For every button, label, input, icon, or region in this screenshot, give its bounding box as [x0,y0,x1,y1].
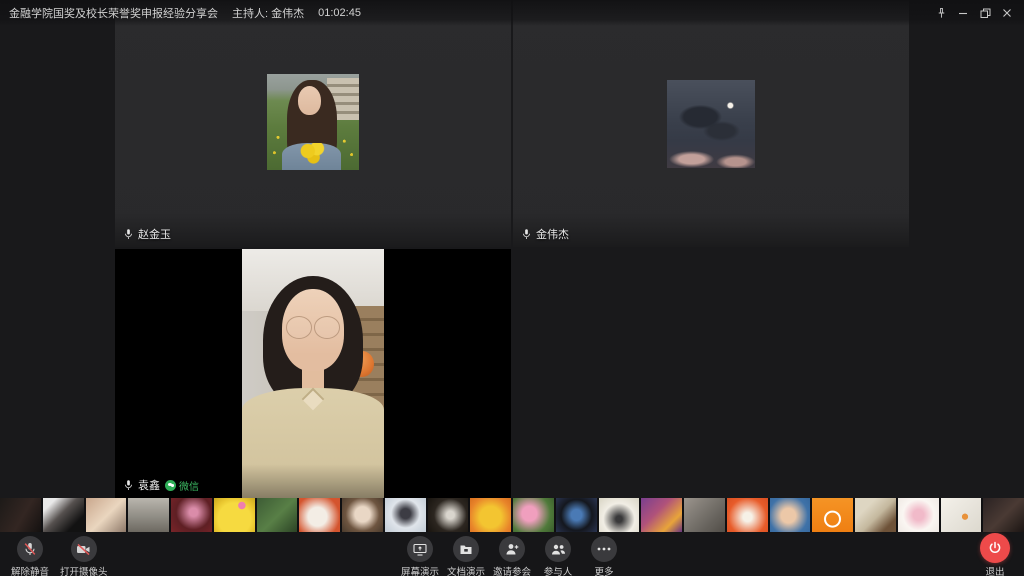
screen-share-label: 屏幕演示 [401,564,439,576]
pin-button[interactable] [930,3,952,23]
participant-name-tag: 金伟杰 [522,226,569,242]
screen-share-button[interactable]: 屏幕演示 [398,534,442,576]
invite-label: 邀请参会 [493,564,531,576]
participant-name-tag: 赵金玉 [124,226,171,242]
avatar-jinweijie-night-sky [667,80,755,168]
toolbar-center-group: 屏幕演示 文档演示 邀 [398,534,626,576]
participants-button[interactable]: 参与人 [536,534,580,576]
window-controls [930,3,1018,23]
mic-on-icon [124,479,133,492]
screen-share-icon [413,543,427,556]
participant-name: 袁鑫 [138,477,160,493]
meeting-title: 金融学院国奖及校长荣誉奖申报经验分享会 [9,5,218,21]
doc-share-button[interactable]: 文档演示 [444,534,488,576]
meeting-host: 主持人: 金伟杰 [232,5,304,21]
thumb-sheet-music-avatar[interactable] [855,498,896,532]
thumb-light-silhouette-avatar[interactable] [599,498,640,532]
thumb-laughing-emoji-avatar[interactable] [470,498,511,532]
pin-icon [936,7,947,19]
minimize-icon [958,8,968,18]
thumb-yellow-emoji-bow-avatar[interactable] [214,498,255,532]
thumb-portrait-avatar[interactable] [86,498,127,532]
mic-on-icon [124,228,133,241]
video-glasses-detail [286,316,340,338]
close-button[interactable] [996,3,1018,23]
thumb-earth-avatar[interactable] [556,498,597,532]
wechat-source-badge: 微信 [165,478,199,493]
thumb-lotus-avatar[interactable] [513,498,554,532]
more-button[interactable]: 更多 [582,534,626,576]
video-collar-detail [302,387,325,410]
participant-name: 金伟杰 [536,226,569,242]
thumb-blurry-portrait-avatar[interactable] [684,498,725,532]
participant-name: 赵金玉 [138,226,171,242]
power-icon [988,541,1002,555]
thumb-forest-avatar[interactable] [257,498,298,532]
avatar-face-detail [298,86,321,115]
thumb-white-cat-orange-avatar[interactable] [299,498,340,532]
meeting-duration: 01:02:45 [318,7,361,19]
thumb-pink-hat-avatar[interactable] [171,498,212,532]
exit-label: 退出 [985,564,1004,576]
avatar-zhaojinyu [267,74,359,170]
more-icon [597,547,611,551]
camera-off-icon [76,543,91,556]
invite-button[interactable]: 邀请参会 [490,534,534,576]
titlebar: 金融学院国奖及校长荣誉奖申报经验分享会 主持人: 金伟杰 01:02:45 [0,0,1024,26]
exit-meeting-button[interactable]: 退出 [980,533,1010,576]
meeting-window: 赵金玉 金伟杰 [0,0,1024,576]
toolbar-left-group: 解除静音 打开摄像头 [8,534,110,576]
thumb-woman-blue-avatar[interactable] [770,498,811,532]
invite-icon [505,542,519,556]
wechat-badge-label: 微信 [179,478,199,493]
thumb-pink-cat-drawing-avatar[interactable] [898,498,939,532]
wechat-icon [165,480,176,491]
video-tile-jinweijie[interactable]: 金伟杰 [513,0,909,247]
thumb-pumpkin-line-avatar[interactable] [812,498,853,532]
mic-on-icon [522,228,531,241]
unmute-button[interactable]: 解除静音 [8,534,52,576]
avatar-dandelions-detail [300,143,326,164]
thumb-snow-portrait-avatar[interactable] [385,498,426,532]
thumb-dark-room-avatar[interactable] [0,498,41,532]
maximize-button[interactable] [974,3,996,23]
mic-off-icon [23,542,37,557]
video-tile-yuanxin[interactable]: 袁鑫 微信 [115,249,511,498]
thumb-bw-anime-avatar[interactable] [43,498,84,532]
maximize-restore-icon [980,8,991,19]
participants-icon [551,543,566,556]
video-shirt-detail [242,388,384,498]
thumb-masked-person-avatar[interactable] [428,498,469,532]
thumb-orange-cartoon-avatar[interactable] [727,498,768,532]
doc-share-icon [459,543,473,556]
minimize-button[interactable] [952,3,974,23]
doc-share-label: 文档演示 [447,564,485,576]
webcam-video-yuanxin [242,249,384,498]
video-tile-zhaojinyu[interactable]: 赵金玉 [115,0,511,247]
thumb-anime-boy-avatar[interactable] [342,498,383,532]
participant-name-tag: 袁鑫 微信 [124,477,199,493]
participants-label: 参与人 [544,564,573,576]
thumb-dark-portrait-avatar[interactable] [983,498,1024,532]
unmute-label: 解除静音 [11,564,49,576]
thumb-hearts-purple-avatar[interactable] [641,498,682,532]
open-camera-button[interactable]: 打开摄像头 [58,534,110,576]
close-icon [1002,8,1012,18]
open-camera-label: 打开摄像头 [60,564,108,576]
thumb-cat-avatar[interactable] [128,498,169,532]
more-label: 更多 [594,564,613,576]
thumb-goose-drawing-avatar[interactable] [941,498,982,532]
bottom-toolbar: 解除静音 打开摄像头 [0,532,1024,576]
participant-strip [0,498,1024,532]
